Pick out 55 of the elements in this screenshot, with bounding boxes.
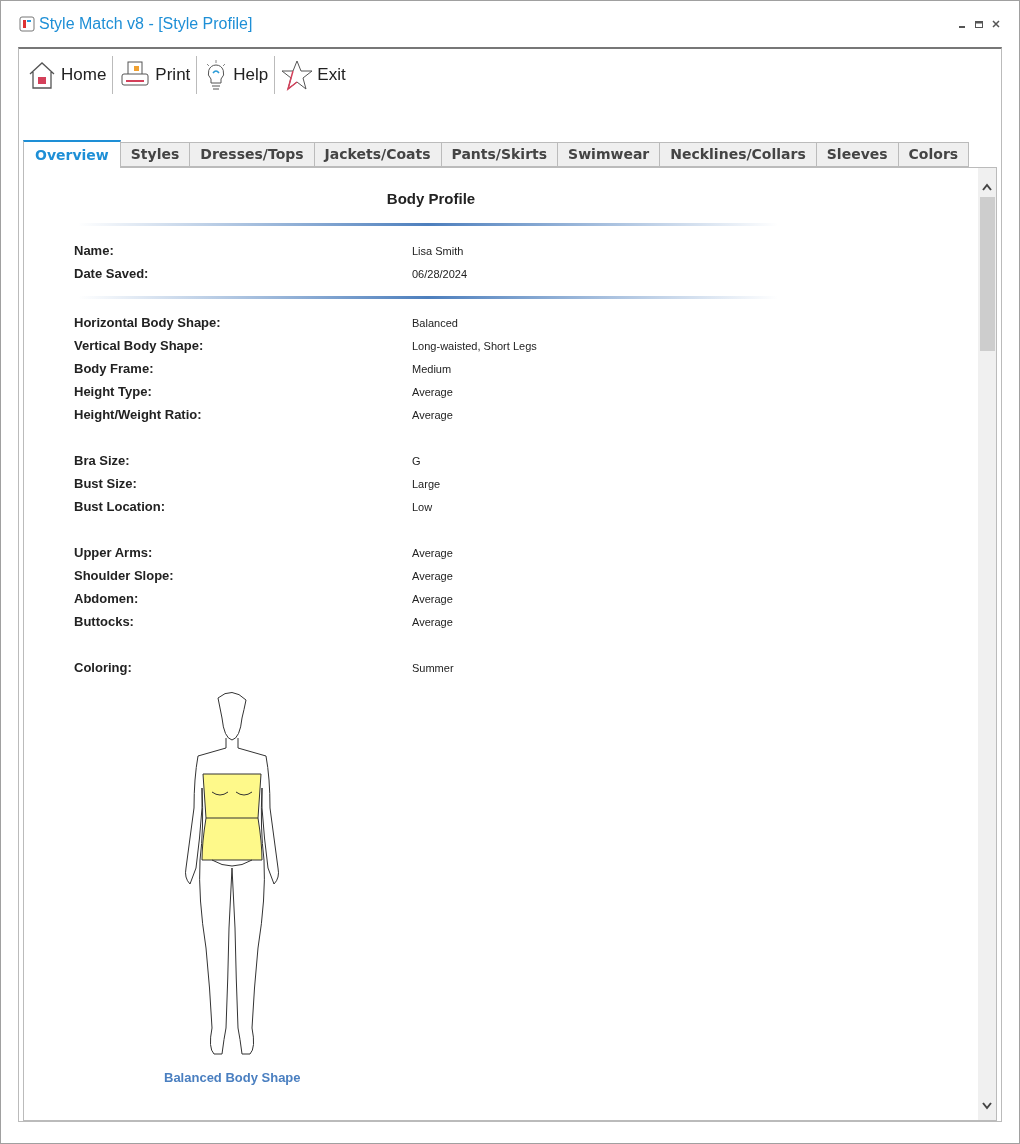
field-value: G <box>412 453 421 469</box>
field-value: Long-waisted, Short Legs <box>412 338 537 354</box>
field-value: Medium <box>412 361 452 377</box>
field-value: Average <box>412 407 453 423</box>
field-label: Coloring: <box>73 659 133 678</box>
tab[interactable]: Overview <box>23 140 121 168</box>
field-label: Height Type: <box>73 383 153 402</box>
field-label: Vertical Body Shape: <box>73 337 205 356</box>
field-label: Horizontal Body Shape: <box>73 314 222 333</box>
field-value: 06/28/2024 <box>412 266 468 282</box>
window-title: Style Match v8 - [Style Profile] <box>39 14 253 34</box>
toolbar-button[interactable]: Exit <box>279 55 348 95</box>
field-value: Balanced <box>412 315 458 331</box>
tab[interactable]: Styles <box>120 142 191 167</box>
field-label: Bra Size: <box>73 452 131 471</box>
toolbar-button[interactable]: Help <box>201 55 271 95</box>
tab[interactable]: Swimwear <box>558 142 661 167</box>
tab[interactable]: Jackets/Coats <box>314 142 442 167</box>
field-label: Height/Weight Ratio: <box>73 406 203 425</box>
tab[interactable]: Sleeves <box>816 142 899 167</box>
close-icon[interactable] <box>991 19 1001 29</box>
field-label: Abdomen: <box>73 590 140 609</box>
field-label: Date Saved: <box>73 265 150 284</box>
field-value: Average <box>412 614 453 630</box>
figure-caption: Balanced Body Shape <box>164 1068 301 1087</box>
field-value: Lisa Smith <box>412 243 464 259</box>
scrollbar[interactable] <box>978 168 996 1120</box>
field-label: Bust Size: <box>73 475 138 494</box>
field-label: Body Frame: <box>73 360 155 379</box>
app-icon <box>19 16 35 32</box>
toolbar-button[interactable]: Print <box>117 55 193 95</box>
field-value: Average <box>412 545 453 561</box>
tab[interactable]: Dresses/Tops <box>190 142 315 167</box>
field-label: Shoulder Slope: <box>73 567 175 586</box>
field-label: Buttocks: <box>73 613 135 632</box>
scroll-up-icon[interactable] <box>981 182 993 192</box>
tab[interactable]: Pants/Skirts <box>441 142 559 167</box>
tab[interactable]: Colors <box>898 142 970 167</box>
field-label: Name: <box>73 242 115 261</box>
field-label: Upper Arms: <box>73 544 154 563</box>
field-value: Low <box>412 499 433 515</box>
scrollbar-thumb[interactable] <box>979 197 995 351</box>
field-value: Large <box>412 476 441 492</box>
field-value: Average <box>412 384 453 400</box>
field-label: Bust Location: <box>73 498 166 517</box>
section-title: Body Profile <box>386 189 476 209</box>
toolbar-button[interactable]: Home <box>25 55 109 95</box>
field-value: Average <box>412 591 453 607</box>
maximize-icon[interactable] <box>974 19 984 29</box>
field-value: Average <box>412 568 453 584</box>
field-value: Summer <box>412 660 454 676</box>
house-icon <box>27 60 57 90</box>
scroll-down-icon[interactable] <box>981 1100 993 1110</box>
tab[interactable]: Necklines/Collars <box>660 142 817 167</box>
star-icon <box>281 59 314 91</box>
